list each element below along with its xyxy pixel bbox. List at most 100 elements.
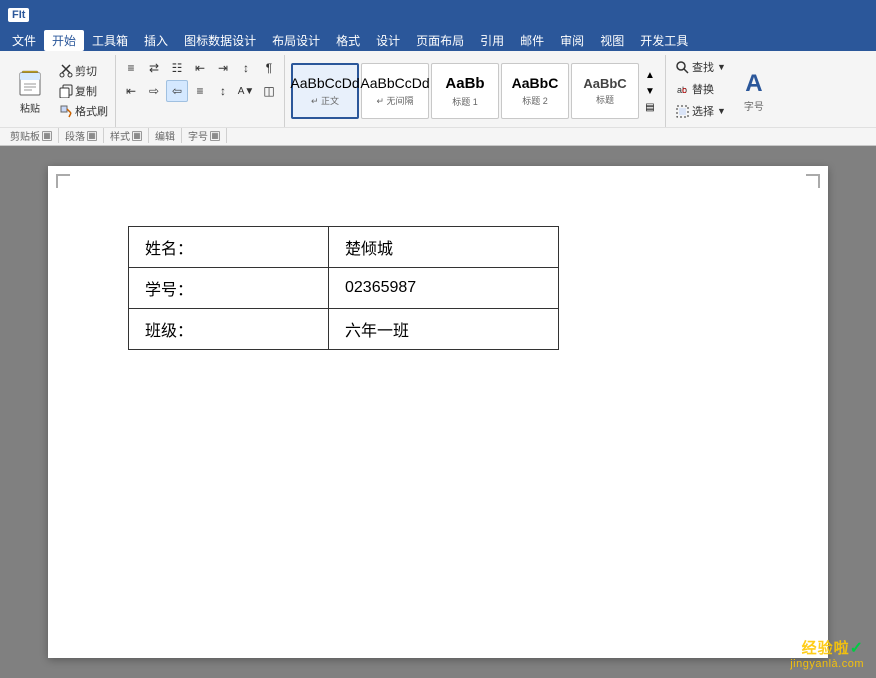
ribbon: 粘贴 剪切 复制 xyxy=(0,51,876,146)
document-table: 姓名： 楚倾城 学号： 02365987 班级： 六年一班 xyxy=(128,226,559,350)
watermark: 经验啦✓ jingyanlà.com xyxy=(790,637,864,670)
list-multi-button[interactable]: ☷ xyxy=(166,57,188,79)
editing-group: 查找 ▼ ab c 替换 选择 ▼ xyxy=(666,55,736,127)
paragraph-expand[interactable]: ▦ xyxy=(87,131,97,141)
menu-item-references[interactable]: 引用 xyxy=(472,30,512,51)
align-left-button[interactable]: ⇤ xyxy=(120,80,142,102)
style-gallery-arrows: ▲ ▼ ▤ xyxy=(641,66,659,116)
menu-item-design[interactable]: 设计 xyxy=(368,30,408,51)
menu-item-view[interactable]: 视图 xyxy=(592,30,632,51)
page: 姓名： 楚倾城 学号： 02365987 班级： 六年一班 xyxy=(48,166,828,658)
table-row: 班级： 六年一班 xyxy=(129,309,559,350)
menu-item-format[interactable]: 格式 xyxy=(328,30,368,51)
menu-bar: 文件 开始 工具箱 插入 图标数据设计 布局设计 格式 设计 页面布局 引用 邮… xyxy=(0,29,876,51)
format-painter-button[interactable]: 格式刷 xyxy=(56,102,111,120)
find-dropdown[interactable]: ▼ xyxy=(717,62,726,72)
menu-item-review[interactable]: 审阅 xyxy=(552,30,592,51)
clipboard-group: 粘贴 剪切 复制 xyxy=(4,55,116,127)
shading-button[interactable]: A▼ xyxy=(235,80,257,102)
indent-decrease-button[interactable]: ⇤ xyxy=(189,57,211,79)
styles-gallery: AaBbCcDd ↵ 正文 AaBbCcDd ↵ 无间隔 AaBb 标题 1 A… xyxy=(285,55,666,127)
select-label: 选择 xyxy=(692,103,714,119)
watermark-line1: 经验啦✓ xyxy=(790,637,864,658)
menu-item-chart[interactable]: 图标数据设计 xyxy=(176,30,264,51)
menu-item-home[interactable]: 开始 xyxy=(44,30,84,51)
copy-button[interactable]: 复制 xyxy=(56,82,111,100)
style-gallery-down[interactable]: ▼ xyxy=(643,84,657,98)
paste-icon xyxy=(14,68,46,100)
replace-icon: ab c xyxy=(676,83,689,96)
select-button[interactable]: 选择 ▼ xyxy=(672,101,730,121)
document-area: 姓名： 楚倾城 学号： 02365987 班级： 六年一班 经验啦✓ jingy… xyxy=(0,146,876,678)
table-cell-label-0[interactable]: 姓名： xyxy=(129,227,329,268)
border-button[interactable]: ◫ xyxy=(258,80,280,102)
align-right-button[interactable]: ⇦ xyxy=(166,80,188,102)
table-cell-label-1[interactable]: 学号： xyxy=(129,268,329,309)
style-heading3[interactable]: AaBbC 标题 xyxy=(571,63,639,119)
menu-item-tools[interactable]: 工具箱 xyxy=(84,30,136,51)
paste-button[interactable]: 粘贴 xyxy=(8,57,52,125)
style-heading2-preview: AaBbC xyxy=(512,75,559,92)
watermark-check-icon: ✓ xyxy=(850,640,864,657)
line-spacing-button[interactable]: ↕ xyxy=(212,80,234,102)
style-no-spacing-label: ↵ 无间隔 xyxy=(376,94,413,107)
menu-item-page-layout[interactable]: 页面布局 xyxy=(408,30,472,51)
style-heading1-preview: AaBb xyxy=(445,75,484,93)
list-bullet-button[interactable]: ≡ xyxy=(120,57,142,79)
menu-item-developer[interactable]: 开发工具 xyxy=(632,30,696,51)
find-button[interactable]: 查找 ▼ xyxy=(672,57,730,77)
svg-text:c: c xyxy=(682,85,687,95)
replace-button[interactable]: ab c 替换 xyxy=(672,79,730,99)
char-icon: A xyxy=(745,70,762,98)
corner-top-right xyxy=(806,174,820,188)
list-number-button[interactable]: ⇄ xyxy=(143,57,165,79)
cut-icon xyxy=(59,64,73,78)
ribbon-labels: 剪贴板 ▦ 段落 ▦ 样式 ▦ 编辑 字号 ▦ xyxy=(0,127,876,143)
align-center-button[interactable]: ⇨ xyxy=(143,80,165,102)
title-bar: FIt xyxy=(0,0,876,29)
indent-increase-button[interactable]: ⇥ xyxy=(212,57,234,79)
table-cell-value-0[interactable]: 楚倾城 xyxy=(329,227,559,268)
table-cell-label-2[interactable]: 班级： xyxy=(129,309,329,350)
style-no-spacing-preview: AaBbCcDd xyxy=(360,75,429,92)
style-normal-label: ↵ 正文 xyxy=(311,94,339,107)
clipboard-label: 剪贴板 ▦ xyxy=(4,128,59,143)
copy-icon xyxy=(59,84,73,98)
menu-item-mail[interactable]: 邮件 xyxy=(512,30,552,51)
character-expand[interactable]: ▦ xyxy=(210,131,220,141)
show-marks-button[interactable]: ¶ xyxy=(258,57,280,79)
menu-item-layout[interactable]: 布局设计 xyxy=(264,30,328,51)
style-gallery-up[interactable]: ▲ xyxy=(643,68,657,82)
character-label-bar: 字号 ▦ xyxy=(182,128,227,143)
style-heading2-label: 标题 2 xyxy=(522,94,548,107)
sort-button[interactable]: ↕ xyxy=(235,57,257,79)
format-painter-label: 格式刷 xyxy=(75,103,108,119)
table-row: 姓名： 楚倾城 xyxy=(129,227,559,268)
clipboard-sub-buttons: 剪切 复制 格式刷 xyxy=(52,57,111,125)
format-painter-icon xyxy=(59,104,73,118)
table-cell-value-2[interactable]: 六年一班 xyxy=(329,309,559,350)
find-label: 查找 xyxy=(692,59,714,75)
table-cell-value-1[interactable]: 02365987 xyxy=(329,268,559,309)
style-no-spacing[interactable]: AaBbCcDd ↵ 无间隔 xyxy=(361,63,429,119)
menu-item-file[interactable]: 文件 xyxy=(4,30,44,51)
character-group: A 字号 xyxy=(736,55,772,127)
style-normal-preview: AaBbCcDd xyxy=(290,75,359,92)
watermark-line2: jingyanlà.com xyxy=(790,658,864,670)
style-gallery-more[interactable]: ▤ xyxy=(643,100,657,114)
styles-expand[interactable]: ▦ xyxy=(132,131,142,141)
menu-item-insert[interactable]: 插入 xyxy=(136,30,176,51)
style-heading1[interactable]: AaBb 标题 1 xyxy=(431,63,499,119)
style-normal[interactable]: AaBbCcDd ↵ 正文 xyxy=(291,63,359,119)
clipboard-expand[interactable]: ▦ xyxy=(42,131,52,141)
paste-label: 粘贴 xyxy=(20,100,40,115)
styles-label: 样式 ▦ xyxy=(104,128,149,143)
select-dropdown[interactable]: ▼ xyxy=(717,106,726,116)
justify-button[interactable]: ≡ xyxy=(189,80,211,102)
word-icon: FIt xyxy=(8,8,29,22)
paragraph-label: 段落 ▦ xyxy=(59,128,104,143)
style-heading2[interactable]: AaBbC 标题 2 xyxy=(501,63,569,119)
cut-button[interactable]: 剪切 xyxy=(56,62,111,80)
paragraph-group: ≡ ⇄ ☷ ⇤ ⇥ ↕ ¶ ⇤ ⇨ ⇦ ≡ ↕ A▼ ◫ xyxy=(116,55,285,127)
table-row: 学号： 02365987 xyxy=(129,268,559,309)
